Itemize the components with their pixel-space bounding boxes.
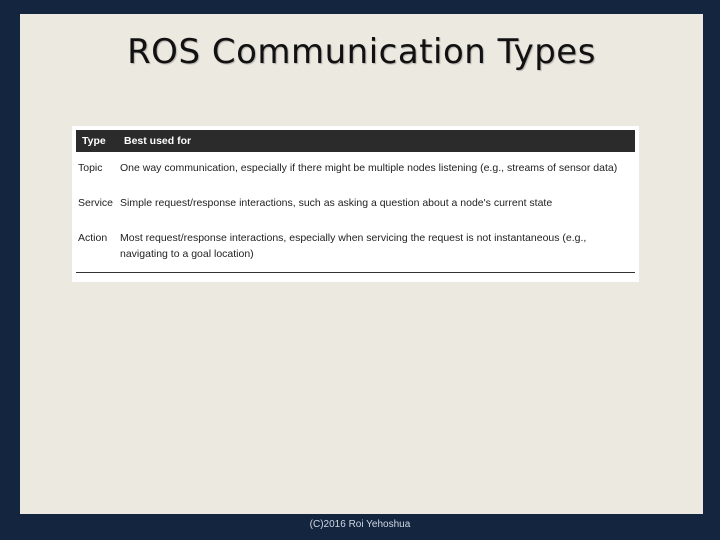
row-type: Action <box>78 232 108 244</box>
header-best-used-for: Best used for <box>124 135 192 147</box>
row-type: Service <box>78 197 114 209</box>
table-header-row: Type Best used for <box>76 130 635 152</box>
row-type: Topic <box>78 162 103 174</box>
slide-title: ROS Communication Types <box>127 32 596 72</box>
slide-footer: (C)2016 Roi Yehoshua <box>309 519 411 530</box>
header-type: Type <box>82 135 106 147</box>
row-description: Simple request/response interactions, su… <box>120 197 553 209</box>
row-description: One way communication, especially if the… <box>120 162 618 174</box>
slide: ROS Communication Types Type Best used f… <box>20 14 703 514</box>
row-description: Most request/response interactions, espe… <box>120 232 587 260</box>
communication-types-table: Type Best used for Topic One way communi… <box>72 126 639 282</box>
table-bottom-rule <box>76 272 635 273</box>
